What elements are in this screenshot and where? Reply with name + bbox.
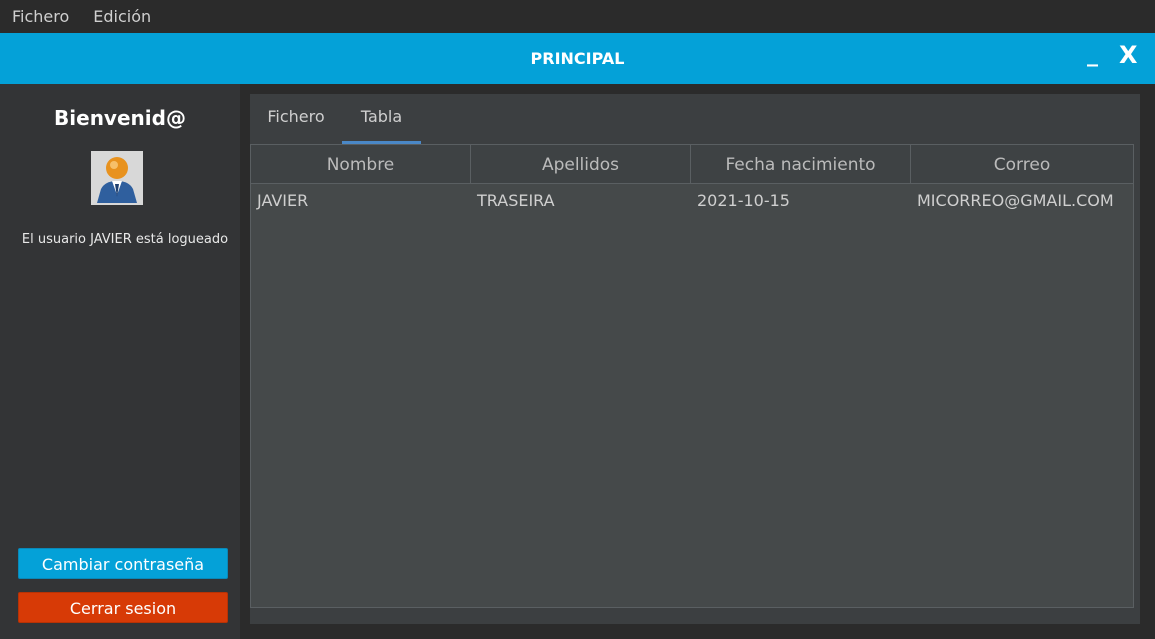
minimize-button[interactable]: _ bbox=[1087, 33, 1098, 77]
window-title: PRINCIPAL bbox=[530, 49, 625, 68]
cell-nombre: JAVIER bbox=[257, 191, 309, 210]
tab-tabla[interactable]: Tabla bbox=[342, 94, 421, 144]
sidebar: Bienvenid@ El usuario JAVIER está loguea… bbox=[0, 84, 240, 639]
tab-fichero[interactable]: Fichero bbox=[258, 94, 334, 144]
close-button[interactable]: X bbox=[1119, 33, 1138, 77]
menu-bar: Fichero Edición bbox=[0, 0, 1155, 33]
logout-button[interactable]: Cerrar sesion bbox=[18, 592, 228, 623]
cell-correo: MICORREO@GMAIL.COM bbox=[917, 191, 1114, 210]
title-bar: PRINCIPAL _ X bbox=[0, 33, 1155, 84]
main-content: Fichero Tabla Nombre Apellidos Fecha nac… bbox=[240, 84, 1155, 639]
menu-fichero[interactable]: Fichero bbox=[0, 0, 81, 33]
cell-fecha-nacimiento: 2021-10-15 bbox=[697, 191, 790, 210]
login-status-text: El usuario JAVIER está logueado bbox=[21, 232, 229, 247]
column-header-correo[interactable]: Correo bbox=[911, 145, 1133, 183]
table-header: Nombre Apellidos Fecha nacimiento Correo bbox=[251, 145, 1133, 184]
column-header-fecha-nacimiento[interactable]: Fecha nacimiento bbox=[691, 145, 911, 183]
tab-panel: Fichero Tabla Nombre Apellidos Fecha nac… bbox=[250, 94, 1140, 624]
column-header-nombre[interactable]: Nombre bbox=[251, 145, 471, 183]
change-password-button[interactable]: Cambiar contraseña bbox=[18, 548, 228, 579]
welcome-heading: Bienvenid@ bbox=[54, 106, 186, 130]
data-table[interactable]: Nombre Apellidos Fecha nacimiento Correo… bbox=[250, 144, 1134, 608]
column-header-apellidos[interactable]: Apellidos bbox=[471, 145, 691, 183]
menu-edicion[interactable]: Edición bbox=[81, 0, 163, 33]
tab-bar: Fichero Tabla bbox=[250, 94, 1140, 144]
user-avatar-icon bbox=[91, 151, 143, 205]
cell-apellidos: TRASEIRA bbox=[477, 191, 555, 210]
